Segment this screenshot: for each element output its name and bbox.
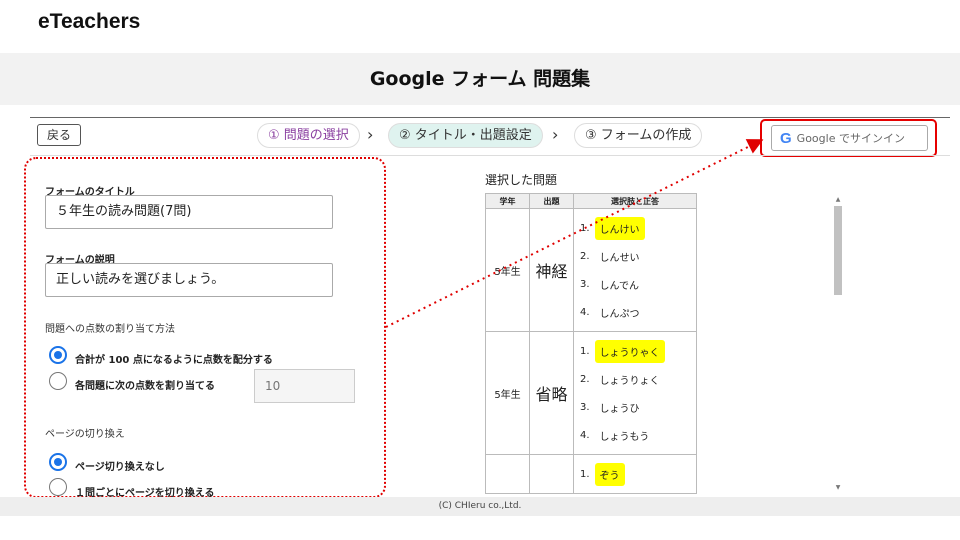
- choice-number: 1.: [580, 468, 590, 480]
- choice-item: 1. しょうりゃく: [574, 337, 696, 365]
- choice-item: 4. しょうもう: [574, 421, 696, 449]
- radio-distribute-100[interactable]: [49, 346, 67, 364]
- choice-item: 2. しんせい: [574, 242, 696, 270]
- choices-cell: 1. しょうりゃく 2. しょうりょく 3. しょうひ 4. しょうもう: [573, 331, 697, 455]
- column-header: 選択肢と正答: [573, 193, 697, 209]
- choice-item: 3. しんでん: [574, 270, 696, 298]
- title-band: Google フォーム 問題集: [0, 53, 960, 105]
- footer-copyright: (C) CHIeru co.,Ltd.: [0, 497, 960, 516]
- page-title: Google フォーム 問題集: [369, 68, 591, 90]
- back-button[interactable]: 戻る: [37, 124, 81, 146]
- scroll-thumb[interactable]: [834, 206, 842, 295]
- step-title-settings[interactable]: ② タイトル・出題設定: [388, 123, 543, 148]
- toolbar-divider: [30, 155, 950, 156]
- choice-number: 4.: [580, 429, 590, 441]
- choice-number: 2.: [580, 373, 590, 385]
- choice-number: 4.: [580, 306, 590, 318]
- signin-label: Google でサインイン: [796, 132, 905, 145]
- choice-text: しんでん: [599, 280, 640, 292]
- correct-answer: しんけい: [594, 216, 645, 240]
- google-logo-icon: G: [780, 129, 792, 147]
- grade-cell: 5年生: [485, 331, 530, 455]
- points-method-label: 問題への点数の割り当て方法: [45, 324, 175, 335]
- correct-answer: ぞう: [594, 462, 625, 486]
- chevron-right-icon: ›: [367, 125, 374, 144]
- choice-text: しょうもう: [599, 431, 650, 443]
- choices-cell: 1. しんけい 2. しんせい 3. しんでん 4. しんぷつ: [573, 208, 697, 332]
- choice-number: 1.: [580, 345, 590, 357]
- choice-number: 1.: [580, 222, 590, 234]
- scroll-down-arrow-icon[interactable]: ▼: [833, 484, 843, 492]
- selected-questions-heading: 選択した問題: [485, 173, 558, 187]
- choice-text: しょうひ: [599, 403, 640, 415]
- radio-fixed-points[interactable]: [49, 372, 67, 390]
- column-header: 学年: [485, 193, 530, 209]
- table-row: 5年生 神経 1. しんけい 2. しんせい 3. しんでん 4. しんぷつ: [485, 208, 697, 332]
- choice-item: 1. しんけい: [574, 214, 696, 242]
- column-header: 出題: [529, 193, 574, 209]
- choice-item: 1. ぞう: [574, 460, 696, 488]
- step-select-questions[interactable]: ① 問題の選択: [257, 123, 360, 148]
- choice-number: 3.: [580, 401, 590, 413]
- choice-item: 4. しんぷつ: [574, 298, 696, 326]
- choice-item: 3. しょうひ: [574, 393, 696, 421]
- radio-no-page-switch-label: ページ切り換えなし: [75, 462, 165, 473]
- choice-item: 2. しょうりょく: [574, 365, 696, 393]
- word-cell: 省略: [529, 331, 574, 455]
- radio-no-page-switch[interactable]: [49, 453, 67, 471]
- choice-number: 2.: [580, 250, 590, 262]
- grade-cell: 5年生: [485, 208, 530, 332]
- google-signin-button[interactable]: G Google でサインイン: [771, 125, 928, 151]
- brand-logo: eTeachers: [38, 10, 141, 33]
- chevron-right-icon: ›: [552, 125, 559, 144]
- choice-number: 3.: [580, 278, 590, 290]
- choice-text: しんせい: [599, 252, 640, 264]
- word-cell: [529, 454, 574, 494]
- top-divider: [30, 117, 950, 118]
- form-desc-input[interactable]: 正しい読みを選びましょう。: [45, 263, 333, 297]
- table-scrollbar[interactable]: ▲ ▼: [833, 196, 843, 492]
- choice-text: しんぷつ: [599, 308, 640, 320]
- radio-page-per-question[interactable]: [49, 478, 67, 496]
- radio-fixed-points-label: 各問題に次の点数を割り当てる: [75, 381, 215, 392]
- form-title-input[interactable]: ５年生の読み問題(7問): [45, 195, 333, 229]
- radio-distribute-100-label: 合計が 100 点になるように点数を配分する: [75, 355, 273, 366]
- page-switch-label: ページの切り換え: [45, 429, 125, 440]
- selected-questions-table: 学年 出題 選択肢と正答 5年生 神経 1. しんけい 2. しんせい 3. しんでん…: [485, 193, 697, 495]
- scroll-up-arrow-icon[interactable]: ▲: [833, 196, 843, 204]
- grade-cell: [485, 454, 530, 494]
- step-create-form[interactable]: ③ フォームの作成: [574, 123, 703, 148]
- table-row: 5年生 省略 1. しょうりゃく 2. しょうりょく 3. しょうひ 4. しょうもう: [485, 331, 697, 455]
- choice-text: しょうりょく: [599, 375, 660, 387]
- table-row: 1. ぞう: [485, 454, 697, 494]
- points-input[interactable]: 10: [254, 369, 355, 403]
- word-cell: 神経: [529, 208, 574, 332]
- choices-cell: 1. ぞう: [573, 454, 697, 494]
- correct-answer: しょうりゃく: [594, 339, 665, 363]
